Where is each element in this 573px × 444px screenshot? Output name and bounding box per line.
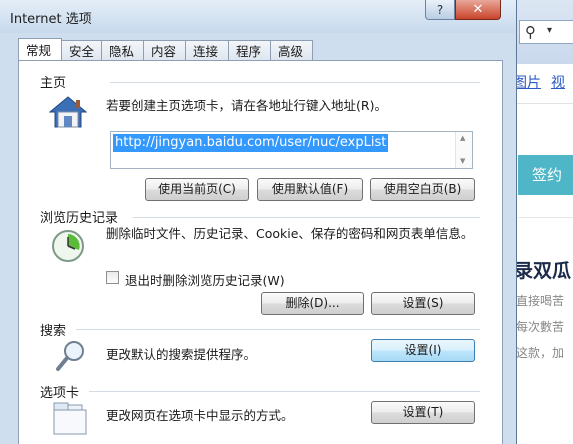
delete-history-on-exit-checkbox[interactable]: [106, 271, 119, 284]
page-divider: [518, 217, 573, 218]
general-tab-panel: 主页 若要创建主页选项卡，请在各地址行键入地址(R)。 http://jingy…: [18, 60, 503, 444]
delete-history-on-exit-label[interactable]: 退出时删除浏览历史记录(W): [125, 270, 285, 289]
article-snippet: 每次數苦: [516, 320, 565, 334]
section-divider: [110, 82, 480, 83]
scroll-up-icon[interactable]: ▲: [460, 134, 465, 142]
tab-advanced[interactable]: 高级: [271, 40, 313, 61]
browser-search-box[interactable]: ⚲ ▾: [519, 20, 573, 44]
tab-content[interactable]: 内容: [144, 40, 186, 61]
home-page-url-field[interactable]: http://jingyan.baidu.com/user/nuc/expLis…: [110, 131, 473, 169]
magnifier-icon: [56, 341, 84, 371]
delete-history-button[interactable]: 删除(D)...: [261, 292, 364, 315]
tab-security[interactable]: 安全: [62, 40, 102, 61]
home-page-description: 若要创建主页选项卡，请在各地址行键入地址(R)。: [106, 98, 387, 113]
tab-connections[interactable]: 连接: [186, 40, 229, 61]
use-default-button[interactable]: 使用默认值(F): [257, 178, 363, 201]
tabs-description: 更改网页在选项卡中显示的方式。: [106, 408, 294, 423]
tab-general[interactable]: 常规: [18, 38, 62, 61]
history-settings-button[interactable]: 设置(S): [371, 292, 475, 315]
home-page-icon: [49, 96, 87, 128]
dialog-titlebar[interactable]: Internet 选项 ? ✕: [0, 0, 516, 33]
close-button[interactable]: ✕: [455, 0, 501, 20]
section-divider: [133, 217, 480, 218]
search-section-label: 搜索: [40, 324, 67, 339]
article-snippet: 这款，加: [516, 346, 565, 360]
tabs-icon: [53, 402, 87, 435]
tab-strip: 常规 安全 隐私 内容 连接 程序 高级: [18, 38, 313, 61]
search-icon[interactable]: ⚲: [525, 23, 536, 41]
internet-options-dialog: Internet 选项 ? ✕ 常规 安全 隐私 内容 连接 程序 高级 主页 …: [0, 0, 517, 444]
history-description: 删除临时文件、历史记录、Cookie、保存的密码和网页表单信息。: [106, 226, 474, 241]
article-headline[interactable]: 录双瓜: [514, 256, 571, 283]
tabs-section-label: 选项卡: [40, 386, 80, 401]
url-field-scrollbar[interactable]: ▲ ▼: [455, 132, 472, 168]
section-divider: [76, 329, 480, 330]
sign-button[interactable]: 签约: [518, 155, 573, 195]
help-button[interactable]: ?: [425, 0, 455, 20]
article-snippet: 直接喝苦: [516, 294, 565, 308]
tab-privacy[interactable]: 隐私: [102, 40, 144, 61]
nav-link-images[interactable]: 图片: [513, 72, 541, 92]
section-divider: [89, 391, 480, 392]
tabs-settings-button[interactable]: 设置(T): [371, 401, 475, 424]
search-dropdown-icon[interactable]: ▾: [547, 25, 552, 36]
dialog-title: Internet 选项: [10, 12, 92, 27]
tab-programs[interactable]: 程序: [229, 40, 271, 61]
home-page-url-value[interactable]: http://jingyan.baidu.com/user/nuc/expLis…: [113, 134, 389, 152]
scroll-down-icon[interactable]: ▼: [460, 157, 465, 165]
search-description: 更改默认的搜索提供程序。: [106, 347, 257, 362]
home-page-label: 主页: [40, 76, 67, 91]
use-current-button[interactable]: 使用当前页(C): [145, 178, 249, 201]
browsing-history-label: 浏览历史记录: [40, 211, 119, 226]
search-settings-button[interactable]: 设置(I): [371, 339, 475, 362]
nav-link-video[interactable]: 视: [551, 72, 565, 92]
history-clock-icon: [52, 230, 84, 262]
use-blank-button[interactable]: 使用空白页(B): [370, 178, 475, 201]
